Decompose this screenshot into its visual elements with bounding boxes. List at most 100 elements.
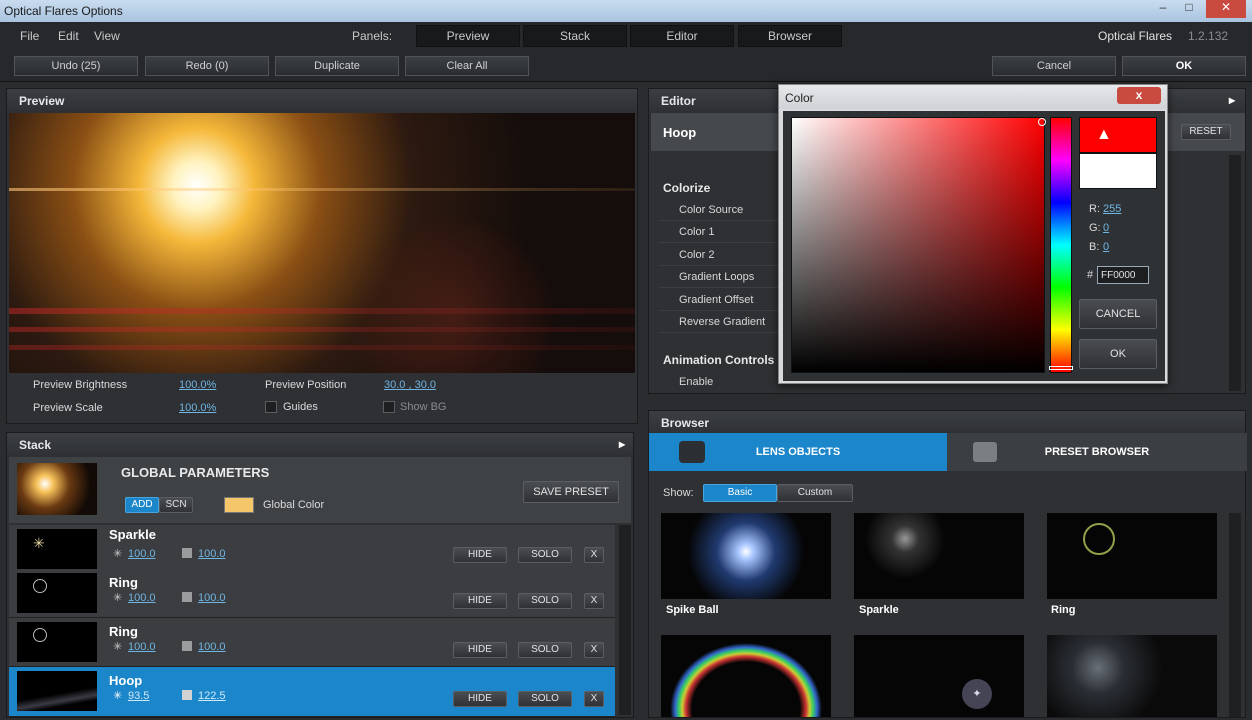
solo-button[interactable]: SOLO — [518, 691, 572, 707]
sparkle-thumbnail: ✳ — [17, 529, 97, 569]
hue-slider[interactable] — [1049, 117, 1073, 373]
stack-item-brightness[interactable]: 100.0 — [128, 548, 156, 560]
editor-title-text: Editor — [661, 94, 696, 108]
reset-button[interactable]: RESET — [1181, 124, 1231, 140]
solo-button[interactable]: SOLO — [518, 642, 572, 658]
bokeh-thumbnail[interactable] — [1047, 635, 1217, 717]
panel-tab-editor[interactable]: Editor — [630, 25, 734, 47]
stack-scrollbar[interactable] — [619, 525, 631, 715]
editor-row-reverse-gradient[interactable]: Reverse Gradient — [659, 311, 779, 333]
brightness-icon: ✳ — [113, 592, 123, 604]
add-button[interactable]: ADD — [125, 497, 159, 513]
spike-ball-thumbnail[interactable] — [661, 513, 831, 599]
flare-streak — [9, 188, 635, 191]
basic-toggle[interactable]: Basic — [703, 484, 777, 502]
save-preset-button[interactable]: SAVE PRESET — [523, 481, 619, 503]
editor-row-gradient-loops[interactable]: Gradient Loops — [659, 266, 779, 288]
show-label: Show: — [663, 487, 694, 499]
picker-cursor-icon[interactable] — [1038, 118, 1046, 126]
custom-toggle[interactable]: Custom — [777, 484, 853, 502]
menu-file[interactable]: File — [20, 29, 39, 43]
maximize-icon[interactable]: □ — [1176, 0, 1202, 18]
scn-button[interactable]: SCN — [159, 497, 193, 513]
expand-arrow-icon[interactable]: ▸ — [619, 437, 625, 451]
star-thumbnail[interactable]: ✦ — [854, 635, 1024, 717]
cursor-icon: ▲ — [1096, 126, 1112, 143]
stack-item-scale[interactable]: 100.0 — [198, 548, 226, 560]
editor-row-color-source[interactable]: Color Source — [659, 199, 779, 221]
stack-title: Stack ▸ — [7, 433, 633, 455]
hide-button[interactable]: HIDE — [453, 547, 507, 563]
stack-item-ring[interactable]: Ring ✳ 100.0 100.0 HIDE SOLO X — [9, 618, 615, 667]
stack-title-text: Stack — [19, 438, 52, 452]
delete-button[interactable]: X — [584, 593, 604, 609]
stack-item-hoop[interactable]: Hoop ✳ 93.5 122.5 HIDE SOLO X — [9, 667, 615, 717]
browser-scrollbar[interactable] — [1229, 513, 1241, 717]
hue-slider-handle[interactable] — [1049, 366, 1073, 370]
stack-item-scale[interactable]: 100.0 — [198, 592, 226, 604]
hex-input[interactable] — [1097, 266, 1149, 284]
delete-button[interactable]: X — [584, 642, 604, 658]
rainbow-thumbnail[interactable] — [661, 635, 831, 717]
sparkle-thumbnail[interactable] — [854, 513, 1024, 599]
expand-arrow-icon[interactable]: ▸ — [1229, 93, 1235, 107]
solo-button[interactable]: SOLO — [518, 547, 572, 563]
g-value[interactable]: 0 — [1103, 222, 1109, 234]
tab-preset-browser[interactable]: PRESET BROWSER — [947, 433, 1247, 471]
redo-button[interactable]: Redo (0) — [145, 56, 269, 76]
editor-row-gradient-offset[interactable]: Gradient Offset — [659, 289, 779, 311]
clear-all-button[interactable]: Clear All — [405, 56, 529, 76]
delete-button[interactable]: X — [584, 691, 604, 707]
preview-position-value[interactable]: 30.0 , 30.0 — [384, 379, 436, 391]
cancel-button[interactable]: Cancel — [992, 56, 1116, 76]
color-dialog-titlebar: Color x — [779, 85, 1167, 109]
stack-item-ring[interactable]: Ring ✳ 100.0 100.0 HIDE SOLO X — [9, 569, 615, 618]
browser-panel: Browser LENS OBJECTS PRESET BROWSER Show… — [648, 410, 1247, 718]
r-value[interactable]: 255 — [1103, 203, 1121, 215]
stack-item-sparkle[interactable]: ✳ Sparkle ✳ 100.0 100.0 HIDE SOLO X — [9, 525, 615, 574]
duplicate-button[interactable]: Duplicate — [275, 56, 399, 76]
close-icon[interactable]: x — [1117, 87, 1161, 104]
global-color-swatch[interactable] — [224, 497, 254, 513]
color-ok-button[interactable]: OK — [1079, 339, 1157, 369]
panel-tab-browser[interactable]: Browser — [738, 25, 842, 47]
stack-panel: Stack ▸ GLOBAL PARAMETERS ADD SCN Global… — [6, 432, 634, 718]
stack-item-brightness[interactable]: 100.0 — [128, 592, 156, 604]
ring-thumbnail[interactable] — [1047, 513, 1217, 599]
preview-scale-value[interactable]: 100.0% — [179, 402, 216, 414]
preview-canvas[interactable] — [9, 113, 635, 373]
guides-checkbox[interactable] — [265, 401, 277, 413]
editor-row-enable[interactable]: Enable — [659, 371, 779, 393]
minimize-icon[interactable]: – — [1150, 0, 1176, 18]
saturation-value-picker[interactable] — [791, 117, 1046, 373]
hide-button[interactable]: HIDE — [453, 691, 507, 707]
b-value[interactable]: 0 — [1103, 241, 1109, 253]
panel-tab-stack[interactable]: Stack — [523, 25, 627, 47]
editor-row-color-2[interactable]: Color 2 — [659, 244, 779, 266]
preview-brightness-value[interactable]: 100.0% — [179, 379, 216, 391]
stack-item-scale[interactable]: 100.0 — [198, 641, 226, 653]
brightness-icon: ✳ — [113, 548, 123, 560]
close-window-icon[interactable]: ✕ — [1206, 0, 1246, 18]
undo-button[interactable]: Undo (25) — [14, 56, 138, 76]
hide-button[interactable]: HIDE — [453, 593, 507, 609]
menu-edit[interactable]: Edit — [58, 29, 79, 43]
hide-button[interactable]: HIDE — [453, 642, 507, 658]
title-bar: Optical Flares Options – □ ✕ — [0, 0, 1252, 22]
color-cancel-button[interactable]: CANCEL — [1079, 299, 1157, 329]
tab-lens-objects[interactable]: LENS OBJECTS — [649, 433, 947, 471]
delete-button[interactable]: X — [584, 547, 604, 563]
stack-item-brightness[interactable]: 100.0 — [128, 641, 156, 653]
ok-button[interactable]: OK — [1122, 56, 1246, 76]
panel-tab-preview[interactable]: Preview — [416, 25, 520, 47]
tab-lens-label: LENS OBJECTS — [755, 446, 841, 458]
stack-item-brightness[interactable]: 93.5 — [128, 690, 149, 702]
solo-button[interactable]: SOLO — [518, 593, 572, 609]
editor-scrollbar[interactable] — [1229, 155, 1241, 391]
stack-item-name: Ring — [109, 624, 138, 639]
menu-view[interactable]: View — [94, 29, 120, 43]
stack-item-scale[interactable]: 122.5 — [198, 690, 226, 702]
show-bg-checkbox[interactable] — [383, 401, 395, 413]
editor-row-color-1[interactable]: Color 1 — [659, 221, 779, 243]
version-label: 1.2.132 — [1188, 29, 1229, 43]
